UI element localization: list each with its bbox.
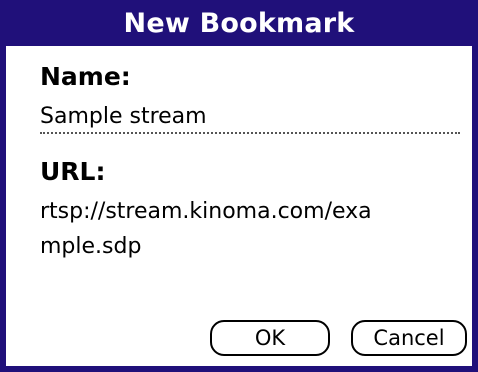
- new-bookmark-dialog: New Bookmark Name: URL: rtsp://stream.ki…: [0, 0, 478, 372]
- cancel-button[interactable]: Cancel: [351, 320, 467, 356]
- name-label: Name:: [40, 62, 131, 91]
- url-label: URL:: [40, 157, 106, 186]
- ok-button[interactable]: OK: [210, 320, 330, 356]
- dialog-title: New Bookmark: [0, 0, 478, 46]
- name-field[interactable]: [40, 100, 460, 134]
- url-field[interactable]: rtsp://stream.kinoma.com/exa mple.sdp: [40, 194, 460, 264]
